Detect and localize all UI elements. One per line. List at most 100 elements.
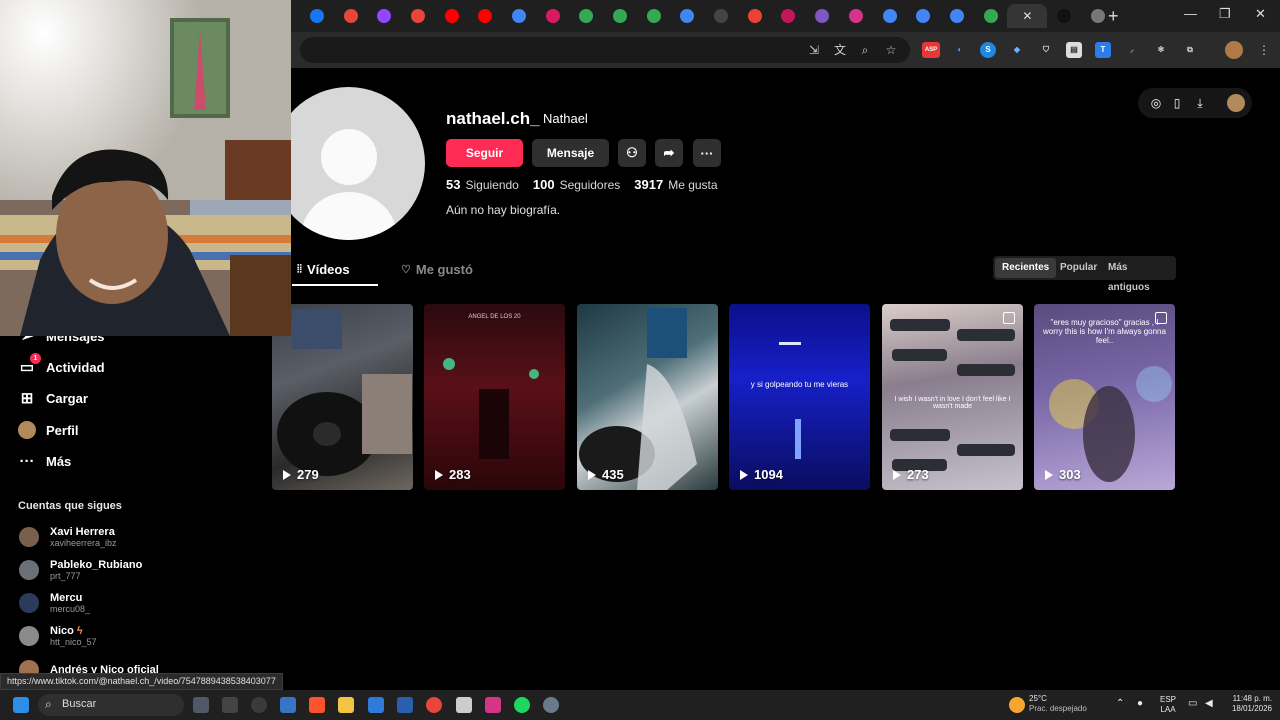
window-close-icon[interactable]: ✕ xyxy=(1255,6,1266,22)
new-tab-icon[interactable]: + xyxy=(1108,6,1119,27)
browser-tab[interactable] xyxy=(334,4,368,28)
extension-pen-icon[interactable]: ⸝ xyxy=(1124,42,1140,58)
browser-tab[interactable] xyxy=(805,4,839,28)
video-thumbnail[interactable]: ANGEL DE LOS 20 283 xyxy=(424,304,565,490)
sidebar-item-profile[interactable]: Perfil xyxy=(18,418,79,442)
extensions-puzzle-icon[interactable]: ⧉ xyxy=(1182,42,1198,58)
browser-tab[interactable] xyxy=(704,4,738,28)
browser-tab[interactable] xyxy=(671,4,705,28)
close-icon[interactable]: ✕ xyxy=(1022,9,1032,23)
extension-asp-icon[interactable]: ASP xyxy=(922,42,940,58)
sort-recent[interactable]: Recientes xyxy=(995,258,1057,278)
extension-shield-icon[interactable]: ⛉ xyxy=(1038,42,1054,58)
browser-tab[interactable] xyxy=(401,4,435,28)
browser-tab[interactable] xyxy=(738,4,772,28)
share-icon[interactable]: ➦ xyxy=(655,139,683,167)
browser-tab[interactable] xyxy=(300,4,334,28)
maximize-icon[interactable]: ❐ xyxy=(1219,6,1231,22)
instagram-icon[interactable] xyxy=(485,697,501,713)
view-count: 303 xyxy=(1045,467,1081,482)
chevron-up-icon[interactable]: ⌃ xyxy=(1116,699,1124,709)
brave-icon[interactable] xyxy=(309,697,325,713)
translate-icon[interactable]: 文 xyxy=(832,42,848,58)
photos-icon[interactable] xyxy=(368,697,384,713)
browser-tab[interactable] xyxy=(974,4,1008,28)
zoom-icon[interactable]: ⌕ xyxy=(857,42,873,58)
volume-icon[interactable]: ◀ xyxy=(1205,699,1213,709)
taskbar-search[interactable]: ⌕ Buscar xyxy=(38,694,184,716)
youtube-icon xyxy=(478,9,493,23)
notepad-icon[interactable] xyxy=(456,697,472,713)
network-icon[interactable]: ▭ xyxy=(1188,699,1197,709)
install-app-icon[interactable]: ⇲ xyxy=(806,42,822,58)
coins-icon[interactable]: ◎ xyxy=(1148,95,1164,111)
store-icon[interactable] xyxy=(280,697,296,713)
browser-tab[interactable] xyxy=(873,4,907,28)
extension-dropbox-icon[interactable]: ◆ xyxy=(1009,42,1025,58)
followers-stat[interactable]: 100 Seguidores xyxy=(533,177,620,192)
following-stat[interactable]: 53 Siguiendo xyxy=(446,177,519,192)
extension-wave-icon[interactable]: ◖ xyxy=(951,42,967,58)
more-options-icon[interactable]: ··· xyxy=(693,139,721,167)
profile-avatar[interactable] xyxy=(272,87,425,240)
browser-tab[interactable] xyxy=(536,4,570,28)
extension-puzzle-group-icon[interactable]: ✻ xyxy=(1153,42,1169,58)
calculator-icon[interactable] xyxy=(397,697,413,713)
browser-tab[interactable] xyxy=(468,4,502,28)
browser-tab[interactable] xyxy=(502,4,536,28)
video-thumbnail[interactable]: 435 xyxy=(577,304,718,490)
sort-oldest[interactable]: Más antiguos xyxy=(1101,258,1176,293)
sidebar-item-upload[interactable]: ⊞ Cargar xyxy=(18,386,88,410)
browser-tab[interactable] xyxy=(940,4,974,28)
video-thumbnail[interactable]: I wish I wasn't in love I don't feel lik… xyxy=(882,304,1023,490)
weather-widget[interactable]: 25°C Prac. despejado xyxy=(1029,694,1087,714)
task-view-icon[interactable] xyxy=(193,697,209,713)
file-explorer-icon[interactable] xyxy=(338,697,354,713)
language-indicator[interactable]: ESP LAA xyxy=(1160,695,1176,715)
video-thumbnail[interactable]: "eres muy gracioso" gracias , I worry th… xyxy=(1034,304,1175,490)
profile-avatar-icon[interactable] xyxy=(1225,41,1243,59)
following-account[interactable]: Nico ϟ htt_nico_57 xyxy=(19,620,97,652)
follow-button[interactable]: Seguir xyxy=(446,139,523,167)
terminal-icon[interactable] xyxy=(222,697,238,713)
sidebar-item-more[interactable]: ··· Más xyxy=(18,449,72,473)
minimize-icon[interactable]: — xyxy=(1184,6,1197,21)
following-account[interactable]: Pableko_Rubiano prt_777 xyxy=(19,554,142,586)
extension-s-icon[interactable]: S xyxy=(980,42,996,58)
tab-videos[interactable]: ⦙⦙ Vídeos xyxy=(297,262,350,277)
browser-tab[interactable] xyxy=(570,4,604,28)
extension-doc-icon[interactable]: ▤ xyxy=(1066,42,1082,58)
sort-popular[interactable]: Popular xyxy=(1053,258,1104,278)
browser-tab[interactable] xyxy=(839,4,873,28)
browser-menu-icon[interactable]: ⋮ xyxy=(1256,42,1272,58)
following-account[interactable]: Mercu mercu08_ xyxy=(19,587,90,619)
browser-tab[interactable] xyxy=(367,4,401,28)
browser-tab[interactable] xyxy=(435,4,469,28)
video-thumbnail[interactable]: 279 xyxy=(272,304,413,490)
extension-t-icon[interactable]: T xyxy=(1095,42,1111,58)
user-avatar[interactable] xyxy=(1227,94,1245,112)
microphone-icon[interactable]: ● xyxy=(1137,699,1143,709)
mobile-app-icon[interactable]: ▯ xyxy=(1169,95,1185,111)
bookmark-star-icon[interactable]: ☆ xyxy=(883,42,899,58)
browser-tab[interactable] xyxy=(637,4,671,28)
browser-tab[interactable] xyxy=(1047,4,1081,28)
chrome-icon[interactable] xyxy=(426,697,442,713)
sidebar-item-activity[interactable]: ▭ 1 Actividad xyxy=(18,353,105,379)
tiktok-icon xyxy=(1057,9,1072,23)
windows-start-icon[interactable] xyxy=(13,697,29,713)
settings-icon[interactable] xyxy=(543,697,559,713)
message-button[interactable]: Mensaje xyxy=(532,139,609,167)
following-account[interactable]: Xavi Herrera xaviheerrera_ibz xyxy=(19,521,117,553)
spotify-icon[interactable] xyxy=(514,697,530,713)
browser-tab[interactable] xyxy=(772,4,806,28)
clock[interactable]: 11:48 p. m. 18/01/2026 xyxy=(1222,694,1272,714)
active-tab[interactable]: ✕ xyxy=(1007,4,1048,28)
browser-tab[interactable] xyxy=(603,4,637,28)
app-icon[interactable] xyxy=(251,697,267,713)
download-icon[interactable]: ⤓ xyxy=(1192,95,1208,111)
video-thumbnail[interactable]: y si golpeando tu me vieras 1094 xyxy=(729,304,870,490)
browser-tab[interactable] xyxy=(906,4,940,28)
tab-liked[interactable]: ♡ Me gustó xyxy=(401,262,473,277)
add-friend-icon[interactable]: ⚇ xyxy=(618,139,646,167)
